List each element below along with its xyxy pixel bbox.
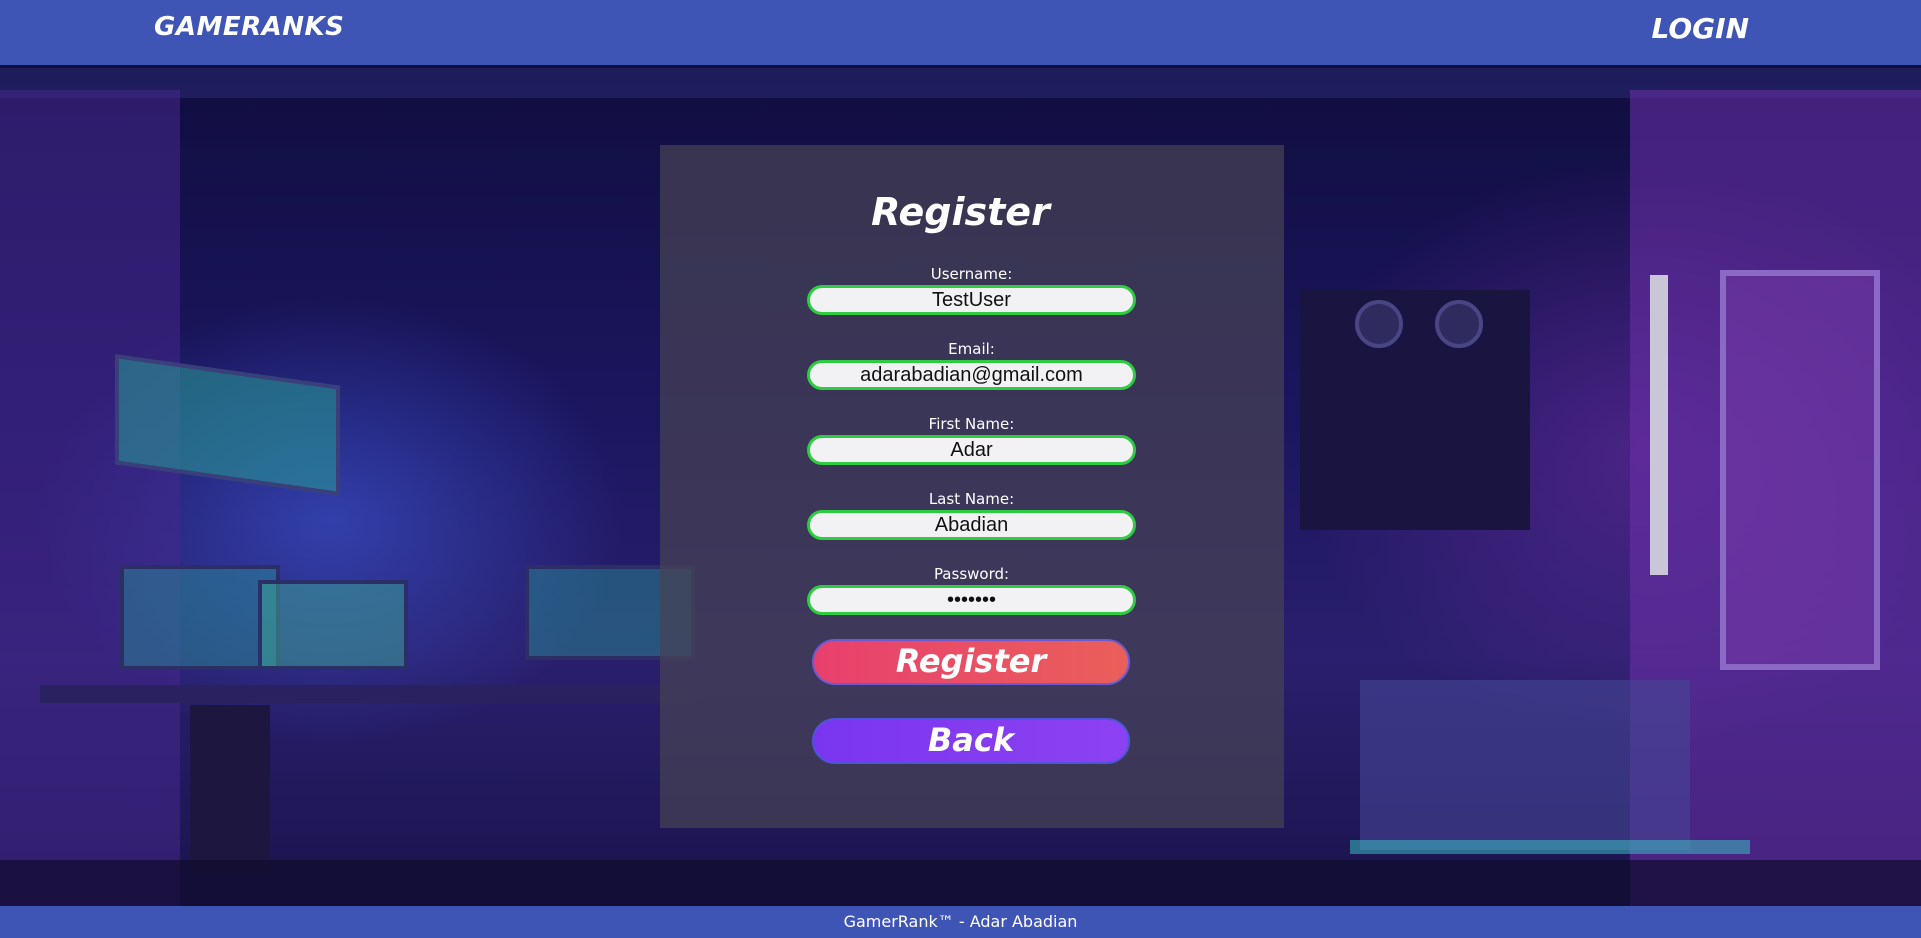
first-name-label: First Name: xyxy=(928,415,1015,433)
footer-text: GamerRank™ - Adar Abadian xyxy=(843,912,1078,931)
last-name-label: Last Name: xyxy=(928,490,1015,508)
footer: GamerRank™ - Adar Abadian xyxy=(0,906,1921,938)
email-field-group: Email: xyxy=(807,340,1136,390)
last-name-field-group: Last Name: xyxy=(807,490,1136,540)
username-input[interactable] xyxy=(807,285,1136,315)
password-label: Password: xyxy=(933,565,1010,583)
register-button[interactable]: Register xyxy=(812,639,1130,685)
top-navbar: GAMERANKS LOGIN xyxy=(0,0,1921,67)
password-input[interactable] xyxy=(807,585,1136,615)
username-field-group: Username: xyxy=(807,265,1136,315)
login-link[interactable]: LOGIN xyxy=(1652,12,1749,45)
brand-logo[interactable]: GAMERANKS xyxy=(154,12,344,42)
password-field-group: Password: xyxy=(807,565,1136,615)
email-input[interactable] xyxy=(807,360,1136,390)
first-name-input[interactable] xyxy=(807,435,1136,465)
back-button[interactable]: Back xyxy=(812,718,1130,764)
last-name-input[interactable] xyxy=(807,510,1136,540)
email-label: Email: xyxy=(948,340,995,358)
page-title: Register xyxy=(871,190,1050,234)
first-name-field-group: First Name: xyxy=(807,415,1136,465)
username-label: Username: xyxy=(930,265,1013,283)
